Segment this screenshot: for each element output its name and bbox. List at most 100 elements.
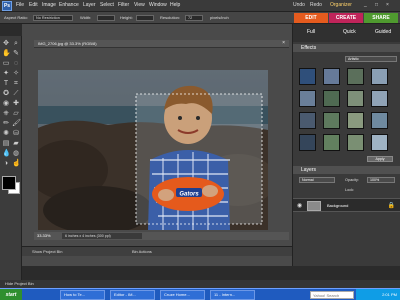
yahoo-search-input[interactable] bbox=[310, 291, 354, 299]
menu-enhance[interactable]: Enhance bbox=[59, 2, 79, 8]
resolution-field[interactable]: 72 bbox=[185, 15, 203, 21]
effect-thumb[interactable] bbox=[371, 90, 388, 107]
layers-panel-header[interactable]: Layers bbox=[293, 166, 400, 174]
selection-brush-icon[interactable]: ✧ bbox=[12, 70, 20, 78]
effect-thumb[interactable] bbox=[299, 68, 316, 85]
maximize-icon[interactable]: □ bbox=[375, 2, 378, 8]
tab-share[interactable]: SHARE bbox=[364, 13, 398, 23]
menu-edit[interactable]: Edit bbox=[29, 2, 38, 8]
opacity-field[interactable]: 100% bbox=[367, 177, 395, 183]
minimize-icon[interactable]: _ bbox=[364, 2, 367, 8]
menu-select[interactable]: Select bbox=[100, 2, 114, 8]
layer-row[interactable]: ◉ Background 🔒 bbox=[293, 198, 400, 212]
effect-thumb[interactable] bbox=[299, 134, 316, 151]
resolution-units[interactable]: pixels/inch bbox=[210, 15, 229, 20]
document-close-icon[interactable]: × bbox=[282, 40, 285, 46]
layer-name[interactable]: Background bbox=[327, 203, 348, 208]
tab-edit[interactable]: EDIT bbox=[294, 13, 328, 23]
width-field[interactable] bbox=[97, 15, 115, 21]
crop-tool-icon[interactable]: ⌗ bbox=[12, 80, 20, 88]
task-cruze[interactable]: Cruze Home... bbox=[160, 290, 205, 300]
redo-button[interactable]: Redo bbox=[310, 2, 322, 8]
photo-image: Gators bbox=[38, 70, 268, 230]
task-internet[interactable]: 11 - Intern... bbox=[210, 290, 255, 300]
red-eye-icon[interactable]: ◉ bbox=[2, 100, 10, 108]
color-replace-icon[interactable]: ◑ bbox=[2, 160, 10, 168]
eyedropper-icon[interactable]: ✎ bbox=[12, 50, 20, 58]
tab-full-edit[interactable]: Full bbox=[307, 29, 315, 35]
opacity-label: Opacity: bbox=[345, 178, 359, 182]
tab-create[interactable]: CREATE bbox=[329, 13, 363, 23]
effect-thumb[interactable] bbox=[323, 112, 340, 129]
menu-image[interactable]: Image bbox=[42, 2, 56, 8]
document-tab[interactable]: IMG_2706.jpg @ 33.3% (RGB/8) × bbox=[34, 40, 289, 48]
type-tool-icon[interactable]: T bbox=[2, 80, 10, 88]
menu-filter[interactable]: Filter bbox=[118, 2, 129, 8]
bin-actions-button[interactable]: Bin Actions bbox=[132, 249, 152, 254]
document-size: 6 inches x 4 inches (300 ppi) bbox=[62, 233, 142, 239]
menu-layer[interactable]: Layer bbox=[83, 2, 96, 8]
tab-quick-edit[interactable]: Quick bbox=[343, 29, 356, 35]
task-editor[interactable]: Editor - IM... bbox=[110, 290, 155, 300]
cookie-cutter-icon[interactable]: ✪ bbox=[2, 90, 10, 98]
effects-panel-header[interactable]: Effects bbox=[293, 44, 400, 52]
effect-thumb[interactable] bbox=[347, 68, 364, 85]
undo-button[interactable]: Undo bbox=[293, 2, 305, 8]
start-button[interactable]: start bbox=[0, 289, 22, 300]
eraser-icon[interactable]: ▱ bbox=[12, 110, 20, 118]
aspect-select[interactable]: No Restriction bbox=[33, 15, 73, 21]
menu-view[interactable]: View bbox=[134, 2, 145, 8]
menu-file[interactable]: File bbox=[16, 2, 24, 8]
effect-thumb[interactable] bbox=[371, 68, 388, 85]
shape-tool-icon[interactable]: ▰ bbox=[12, 140, 20, 148]
task-how-to[interactable]: How to Te... bbox=[60, 290, 105, 300]
svg-text:Gators: Gators bbox=[179, 192, 199, 198]
hand-tool-icon[interactable]: ✋ bbox=[2, 50, 11, 58]
smudge-icon[interactable]: ☝ bbox=[12, 160, 21, 168]
width-label: Width: bbox=[80, 15, 92, 20]
pencil-icon[interactable]: ✏ bbox=[2, 120, 10, 128]
move-tool-icon[interactable]: ✥ bbox=[2, 40, 10, 48]
show-project-bin-button[interactable]: Show Project Bin bbox=[32, 249, 62, 254]
organizer-button[interactable]: Organizer bbox=[330, 2, 352, 8]
height-field[interactable] bbox=[136, 15, 154, 21]
zoom-tool-icon[interactable]: ⌕ bbox=[12, 40, 20, 48]
menu-help[interactable]: Help bbox=[170, 2, 180, 8]
tab-guided-edit[interactable]: Guided bbox=[375, 29, 391, 35]
visibility-eye-icon[interactable]: ◉ bbox=[297, 202, 302, 209]
blur-tool-icon[interactable]: 💧 bbox=[2, 150, 11, 158]
effect-thumb[interactable] bbox=[371, 112, 388, 129]
lock-label: Lock: bbox=[345, 188, 355, 192]
clone-stamp-icon[interactable]: ⎈ bbox=[2, 110, 10, 118]
sponge-icon[interactable]: ◍ bbox=[12, 150, 20, 158]
apply-button[interactable]: Apply bbox=[367, 156, 393, 162]
effect-thumb[interactable] bbox=[299, 112, 316, 129]
effect-thumb[interactable] bbox=[347, 90, 364, 107]
document-canvas[interactable]: Gators bbox=[38, 70, 268, 230]
effect-thumb[interactable] bbox=[323, 90, 340, 107]
marquee-tool-icon[interactable]: ▭ bbox=[2, 60, 10, 68]
effect-thumb[interactable] bbox=[323, 134, 340, 151]
hide-project-bin-button[interactable]: Hide Project Bin bbox=[5, 281, 34, 286]
gradient-icon[interactable]: ▤ bbox=[2, 140, 10, 148]
effect-thumb[interactable] bbox=[299, 90, 316, 107]
zoom-level[interactable]: 33.33% bbox=[37, 233, 51, 238]
foreground-color-swatch[interactable] bbox=[2, 176, 16, 190]
menu-window[interactable]: Window bbox=[149, 2, 167, 8]
brush-icon[interactable]: 🖌 bbox=[12, 120, 21, 128]
smart-brush-icon[interactable]: ✺ bbox=[2, 130, 10, 138]
effect-thumb[interactable] bbox=[347, 112, 364, 129]
blend-mode-dropdown[interactable]: Normal bbox=[299, 177, 335, 183]
magic-wand-icon[interactable]: ✦ bbox=[2, 70, 10, 78]
lasso-tool-icon[interactable]: ◌ bbox=[12, 60, 20, 68]
effect-thumb[interactable] bbox=[347, 134, 364, 151]
app-logo: Ps bbox=[2, 1, 12, 11]
effect-thumb[interactable] bbox=[323, 68, 340, 85]
taskbar: start How to Te... Editor - IM... Cruze … bbox=[0, 288, 400, 300]
paint-bucket-icon[interactable]: ⛁ bbox=[12, 130, 20, 138]
close-icon[interactable]: × bbox=[386, 2, 389, 8]
straighten-icon[interactable]: ⟋ bbox=[12, 90, 20, 98]
effect-thumb[interactable] bbox=[371, 134, 388, 151]
effects-filter-dropdown[interactable]: Artistic bbox=[345, 56, 397, 62]
healing-brush-icon[interactable]: ✚ bbox=[12, 100, 20, 108]
